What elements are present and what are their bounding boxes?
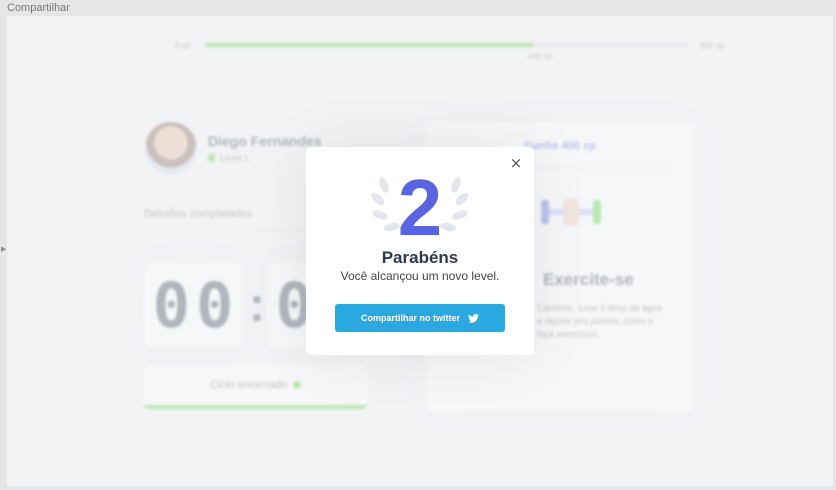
share-twitter-label: Compartilhar no twitter — [360, 313, 460, 323]
new-level-number: 2 — [397, 163, 443, 252]
new-level-message: Você alcançou um novo level. — [340, 269, 500, 283]
level-badge: 2 — [370, 165, 470, 248]
side-arrow-icon: ▶ — [1, 246, 7, 253]
close-icon[interactable]: × — [508, 155, 524, 171]
share-twitter-button[interactable]: Compartilhar no twitter — [335, 304, 505, 332]
congrats-title: Parabéns — [381, 248, 459, 267]
window-title: Compartilhar — [7, 2, 70, 14]
twitter-icon — [468, 313, 479, 323]
level-up-modal: × 2 Parabéns Você alcançou um novo level… — [306, 147, 534, 355]
